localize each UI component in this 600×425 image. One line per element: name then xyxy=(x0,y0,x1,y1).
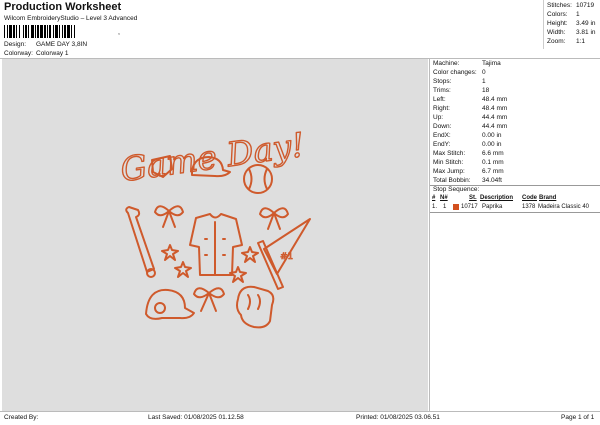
pennant-icon xyxy=(257,240,284,290)
col-header-brand: Brand xyxy=(539,195,557,201)
bow-icon-left xyxy=(154,205,184,228)
footer: Created By: Last Saved: 01/08/2025 01.12… xyxy=(0,411,600,425)
col-header-num: # xyxy=(432,195,436,201)
info-endx: EndX: 0.00 in xyxy=(433,132,502,139)
row-code: 1378 xyxy=(522,204,536,210)
info-total-bobbin: Total Bobbin: 34.04ft xyxy=(433,177,502,184)
bow-icon-bottom xyxy=(193,287,225,312)
row-description: Paprika xyxy=(482,204,503,210)
row-brand: Madeira Classic 40 xyxy=(538,204,590,210)
info-max-stitch: Max Stitch: 6.6 mm xyxy=(433,150,504,157)
stat-zoom: Zoom: 1:1 xyxy=(547,38,586,45)
design-label: Design: xyxy=(4,41,27,48)
info-up: Up: 44.4 mm xyxy=(433,114,508,121)
design-info-panel: Machine: Tajima Color changes: 0 Stops: 1 T… xyxy=(429,59,600,411)
col-header-stitches: St. xyxy=(469,195,477,201)
stat-height: Height: 3.49 in xyxy=(547,20,596,27)
info-trims: Trims: 18 xyxy=(433,87,490,94)
info-down: Down: 44.4 mm xyxy=(433,123,508,130)
col-header-code: Code xyxy=(522,195,537,201)
stat-colors: Colors: 1 xyxy=(547,11,580,18)
stats-box: Stitches: 10719 Colors: 1 Height: 3.49 in W… xyxy=(543,0,600,49)
bat-icon xyxy=(125,206,155,273)
info-machine: Machine: Tajima xyxy=(433,60,501,67)
info-stops: Stops: 1 xyxy=(433,78,486,85)
software-name: Wilcom EmbroideryStudio – Level 3 Advanc… xyxy=(4,15,138,22)
info-right: Right: 48.4 mm xyxy=(433,105,508,112)
barcode xyxy=(4,25,116,38)
helmet-icon xyxy=(145,288,195,320)
info-color-changes: Color changes: 0 xyxy=(433,69,486,76)
barcode-suffix: , xyxy=(118,29,120,36)
star-icon-1 xyxy=(161,244,179,261)
row-number: 1. xyxy=(432,204,438,210)
created-by: Created By: xyxy=(4,414,39,421)
star-icon-3 xyxy=(241,246,259,263)
printed-date: Printed: 01/08/2025 03.06.51 xyxy=(356,414,440,421)
row-needle: 1 xyxy=(443,204,447,210)
col-header-n: N# xyxy=(440,195,448,201)
svg-text:#1: #1 xyxy=(280,252,293,262)
star-icon-2 xyxy=(174,261,192,278)
page-number: Page 1 of 1 xyxy=(561,414,595,421)
colorway-name: Colorway 1 xyxy=(36,50,69,57)
glove-icon xyxy=(236,285,275,329)
col-header-description: Description xyxy=(480,195,514,201)
embroidery-design: Game Day! #1 xyxy=(117,124,311,329)
info-endy: EndY: 0.00 in xyxy=(433,141,502,148)
info-min-stitch: Min Stitch: 0.1 mm xyxy=(433,159,504,166)
info-max-jump: Max Jump: 6.7 mm xyxy=(433,168,504,175)
thread-color-swatch xyxy=(453,204,459,210)
row-stitches: 10717 xyxy=(461,204,478,210)
bow-icon-right xyxy=(259,207,289,230)
table-divider xyxy=(430,212,600,213)
design-preview: Game Day! #1 xyxy=(2,59,428,411)
stop-sequence-title: Stop Sequence: xyxy=(433,186,480,193)
design-name: GAME DAY 3,8IN xyxy=(36,41,88,48)
info-left: Left: 48.4 mm xyxy=(433,96,508,103)
stat-width: Width: 3.81 in xyxy=(547,29,596,36)
colorway-label: Colorway: xyxy=(4,50,33,57)
last-saved: Last Saved: 01/08/2025 01.12.58 xyxy=(148,414,244,421)
stat-stitches: Stitches: 10719 xyxy=(547,2,595,9)
worksheet-title: Production Worksheet xyxy=(4,1,122,13)
